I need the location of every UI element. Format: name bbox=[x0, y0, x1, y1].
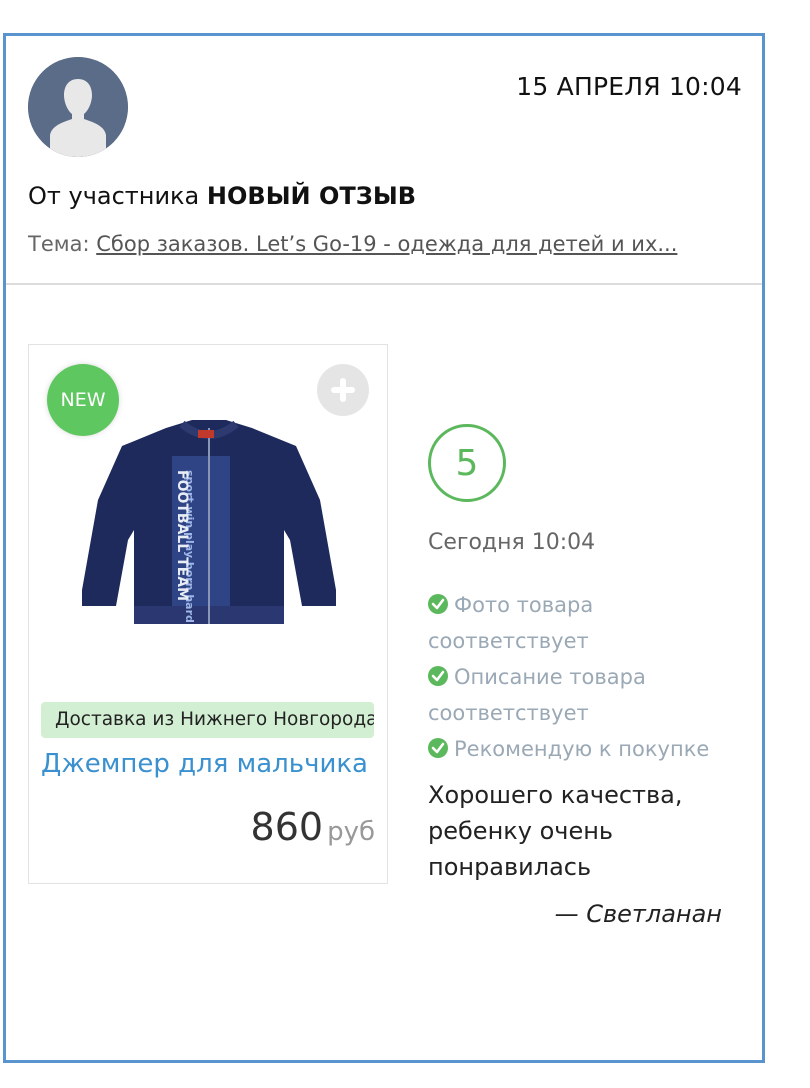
product-card[interactable]: NEW sport win play born hard FOOTBALL TE… bbox=[28, 344, 388, 884]
review-signature: — Светланан bbox=[554, 900, 722, 928]
price-currency: руб bbox=[327, 817, 375, 847]
check-circle-icon bbox=[428, 594, 448, 614]
topic-line: Тема: Сбор заказов. Let’s Go-19 - одежда… bbox=[28, 232, 748, 256]
review-date: 15 АПРЕЛЯ 10:04 bbox=[516, 72, 742, 101]
topic-link[interactable]: Сбор заказов. Let’s Go-19 - одежда для д… bbox=[96, 232, 677, 256]
delivery-label: Доставка из Нижнего Новгорода bbox=[41, 702, 374, 738]
check-label: Фото товара соответствует bbox=[428, 593, 594, 653]
check-circle-icon bbox=[428, 738, 448, 758]
review-author-line: От участника НОВЫЙ ОТЗЫВ bbox=[28, 182, 416, 210]
product-name-link[interactable]: Джемпер для мальчика bbox=[41, 749, 368, 779]
rating-score: 5 bbox=[428, 424, 506, 502]
from-prefix: От участника bbox=[28, 182, 200, 210]
topic-label: Тема: bbox=[28, 232, 90, 256]
product-price: 860 руб bbox=[251, 805, 375, 849]
check-circle-icon bbox=[428, 666, 448, 686]
user-silhouette-icon bbox=[28, 57, 128, 157]
review-comment: Хорошего качества, ребенку очень понрави… bbox=[428, 781, 683, 881]
review-time: Сегодня 10:04 bbox=[428, 530, 596, 555]
check-label: Рекомендую к покупке bbox=[454, 737, 710, 761]
review-checks: Фото товара соответствует Описание товар… bbox=[428, 587, 748, 767]
review-card: 15 АПРЕЛЯ 10:04 От участника НОВЫЙ ОТЗЫВ… bbox=[3, 33, 765, 1063]
product-image[interactable]: sport win play born hard FOOTBALL TEAM bbox=[74, 410, 344, 640]
check-item: Описание товара соответствует bbox=[428, 659, 748, 731]
check-label: Описание товара соответствует bbox=[428, 665, 646, 725]
from-name[interactable]: НОВЫЙ ОТЗЫВ bbox=[207, 182, 416, 210]
jacket-stripe-text: FOOTBALL TEAM bbox=[174, 470, 190, 601]
add-to-cart-button[interactable] bbox=[317, 364, 369, 416]
check-item: Фото товара соответствует bbox=[428, 587, 748, 659]
check-item: Рекомендую к покупке bbox=[428, 731, 748, 767]
divider bbox=[6, 283, 762, 285]
price-value: 860 bbox=[250, 805, 324, 849]
plus-icon bbox=[331, 378, 355, 402]
avatar[interactable] bbox=[28, 57, 128, 157]
